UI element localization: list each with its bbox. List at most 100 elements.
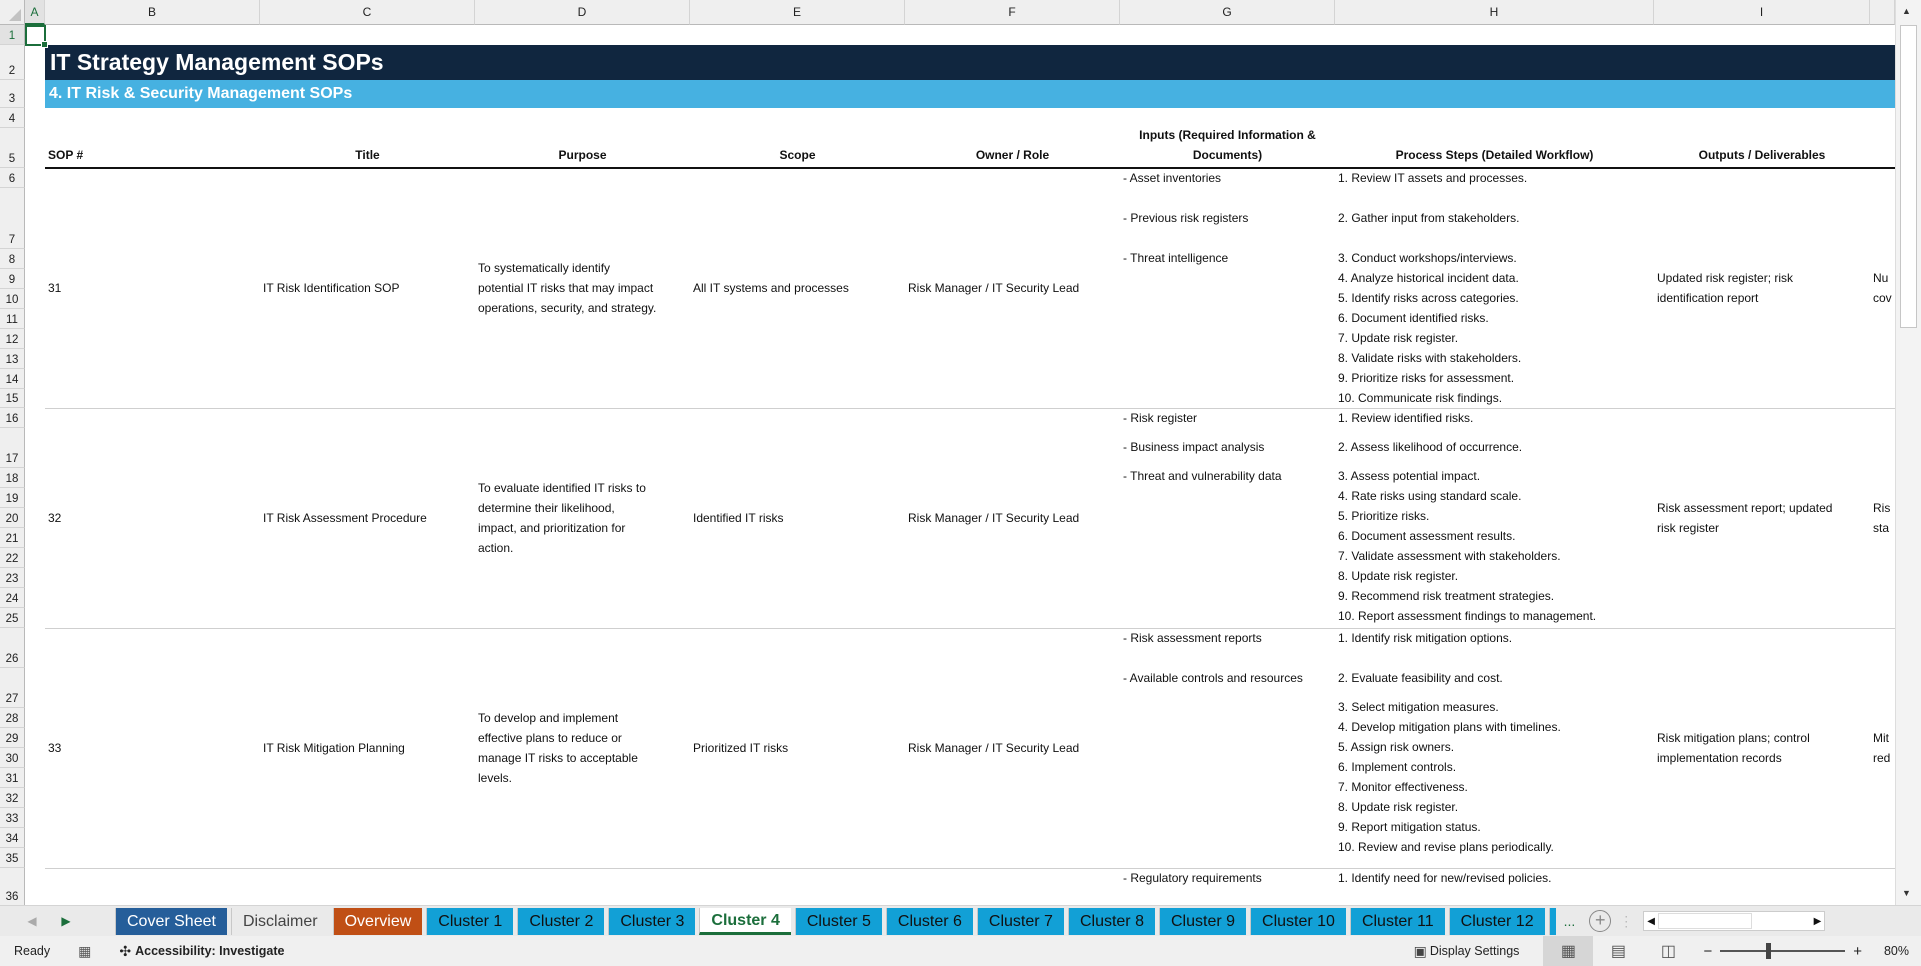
column-header[interactable]: E: [690, 0, 905, 25]
sop-next-col-cell[interactable]: Nu cov: [1870, 168, 1895, 408]
scroll-up-icon[interactable]: ▲: [1902, 6, 1911, 16]
row-header[interactable]: 35: [0, 848, 25, 868]
row-header[interactable]: 31: [0, 768, 25, 788]
row-header[interactable]: 17: [0, 428, 25, 468]
sop-owner-cell[interactable]: Risk Manager / IT Security Lead: [905, 408, 1120, 628]
page-break-preview-icon[interactable]: ◫: [1643, 936, 1693, 966]
column-header[interactable]: F: [905, 0, 1120, 25]
sheet-tab-cluster-10[interactable]: Cluster 10: [1250, 907, 1346, 935]
more-tabs-button[interactable]: ...: [1564, 913, 1576, 929]
sop-title-cell[interactable]: [260, 868, 475, 905]
vertical-scroll-thumb[interactable]: [1900, 25, 1917, 328]
sop-steps-cell[interactable]: 1. Identify risk mitigation options. 2. E…: [1335, 628, 1654, 857]
column-header[interactable]: C: [260, 0, 475, 25]
column-header[interactable]: [1870, 0, 1895, 25]
sheet-tab-cluster-11[interactable]: Cluster 11: [1349, 907, 1445, 935]
sheet-tab-cluster-8[interactable]: Cluster 8: [1067, 907, 1155, 935]
header-purpose[interactable]: Purpose: [475, 128, 690, 168]
sheet-tab-overview[interactable]: Overview: [332, 907, 423, 935]
sheet-tab-cluster-1[interactable]: Cluster 1: [426, 907, 514, 935]
column-header[interactable]: I: [1654, 0, 1870, 25]
row-header[interactable]: 19: [0, 488, 25, 508]
select-all-corner[interactable]: [0, 0, 25, 25]
row-header[interactable]: 24: [0, 588, 25, 608]
sheet-tab-cluster-7[interactable]: Cluster 7: [976, 907, 1064, 935]
row-header[interactable]: 27: [0, 668, 25, 708]
row-header[interactable]: 4: [0, 108, 25, 128]
row-header[interactable]: 36: [0, 868, 25, 905]
row-header[interactable]: 21: [0, 528, 25, 548]
scroll-right-icon[interactable]: ▶: [1814, 916, 1822, 927]
active-cell-a1[interactable]: [25, 25, 48, 48]
sheet-tab-cover-sheet[interactable]: Cover Sheet: [115, 907, 227, 935]
sop-owner-cell[interactable]: Risk Manager / IT Security Lead: [905, 168, 1120, 408]
header-sop-number[interactable]: SOP #: [45, 128, 260, 168]
header-inputs[interactable]: Inputs (Required Information & Documents…: [1120, 128, 1335, 168]
row-header[interactable]: 26: [0, 628, 25, 668]
splitter-handle-icon[interactable]: ⋮: [1619, 913, 1633, 930]
display-settings-icon[interactable]: ▣: [1414, 943, 1427, 960]
horizontal-scroll-thumb[interactable]: [1658, 913, 1753, 929]
row-header[interactable]: 1: [0, 25, 25, 45]
sop-inputs-cell[interactable]: - Regulatory requirements: [1120, 868, 1335, 888]
sheet-tab-cluster-6[interactable]: Cluster 6: [885, 907, 973, 935]
header-scope[interactable]: Scope: [690, 128, 905, 168]
row-header[interactable]: 16: [0, 408, 25, 428]
scroll-left-icon[interactable]: ◀: [1647, 916, 1655, 927]
zoom-slider-knob[interactable]: [1766, 943, 1772, 959]
sop-scope-cell[interactable]: [690, 868, 905, 905]
row-header[interactable]: 13: [0, 349, 25, 369]
tab-partial[interactable]: [1548, 907, 1556, 935]
header-outputs[interactable]: Outputs / Deliverables: [1654, 128, 1870, 168]
row-header[interactable]: 20: [0, 508, 25, 528]
sop-steps-cell[interactable]: 1. Review IT assets and processes. 2. Gat…: [1335, 168, 1654, 408]
sop-sop-cell[interactable]: 32: [45, 408, 260, 628]
sheet-tab-cluster-9[interactable]: Cluster 9: [1158, 907, 1247, 935]
sheet-tab-disclaimer[interactable]: Disclaimer: [230, 907, 329, 935]
sop-next-col-cell[interactable]: Ris sta: [1870, 408, 1895, 628]
sop-outputs-cell[interactable]: [1654, 868, 1870, 905]
sop-next-col-cell[interactable]: Mit red: [1870, 628, 1895, 868]
section-subtitle[interactable]: 4. IT Risk & Security Management SOPs: [45, 80, 1895, 108]
sop-inputs-cell[interactable]: - Asset inventories - Previous risk regis…: [1120, 168, 1335, 268]
sop-sop-cell[interactable]: [45, 868, 260, 905]
page-layout-view-icon[interactable]: ▤: [1593, 936, 1643, 966]
normal-view-icon[interactable]: ▦: [1543, 936, 1594, 966]
sheet-tab-cluster-3[interactable]: Cluster 3: [608, 907, 696, 935]
sop-next-col-cell[interactable]: [1870, 868, 1895, 905]
row-header[interactable]: 8: [0, 249, 25, 269]
zoom-slider[interactable]: [1720, 943, 1846, 959]
macro-recorder-icon[interactable]: ▦: [78, 943, 91, 960]
row-header[interactable]: 12: [0, 329, 25, 349]
row-header[interactable]: 25: [0, 608, 25, 628]
row-header[interactable]: 33: [0, 808, 25, 828]
sop-outputs-cell[interactable]: Updated risk register; risk identificati…: [1654, 168, 1870, 408]
row-header[interactable]: 11: [0, 309, 25, 329]
row-header[interactable]: 5: [0, 128, 25, 168]
sop-sop-cell[interactable]: 33: [45, 628, 260, 868]
display-settings-button[interactable]: Display Settings: [1430, 944, 1520, 958]
scroll-down-icon[interactable]: ▼: [1902, 888, 1911, 898]
row-header[interactable]: 9: [0, 269, 25, 289]
row-header[interactable]: 14: [0, 369, 25, 389]
row-header[interactable]: 22: [0, 548, 25, 568]
row-header[interactable]: 30: [0, 748, 25, 768]
row-header[interactable]: 2: [0, 45, 25, 80]
column-header[interactable]: G: [1120, 0, 1335, 25]
sop-sop-cell[interactable]: 31: [45, 168, 260, 408]
sop-title-cell[interactable]: IT Risk Assessment Procedure: [260, 408, 475, 628]
vertical-scrollbar[interactable]: ▲ ▼: [1895, 0, 1921, 905]
row-header[interactable]: 6: [0, 168, 25, 188]
worksheet-grid[interactable]: ABCDEFGHI 1 2 3 4 5 6 7 8 9 10 11 12 13 14 15 16 17 18 19 2…: [0, 0, 1895, 905]
sop-title-cell[interactable]: IT Risk Mitigation Planning: [260, 628, 475, 868]
sheet-tab-cluster-4[interactable]: Cluster 4: [699, 907, 791, 935]
header-title[interactable]: Title: [260, 128, 475, 168]
sop-title-cell[interactable]: IT Risk Identification SOP: [260, 168, 475, 408]
add-sheet-icon[interactable]: +: [1589, 910, 1612, 932]
row-header[interactable]: 29: [0, 728, 25, 748]
zoom-out-button[interactable]: −: [1703, 943, 1712, 960]
tab-scroll-left-icon[interactable]: ◀: [15, 914, 49, 928]
sop-scope-cell[interactable]: Prioritized IT risks: [690, 628, 905, 868]
column-header[interactable]: B: [45, 0, 260, 25]
sop-outputs-cell[interactable]: Risk mitigation plans; control implement…: [1654, 628, 1870, 868]
